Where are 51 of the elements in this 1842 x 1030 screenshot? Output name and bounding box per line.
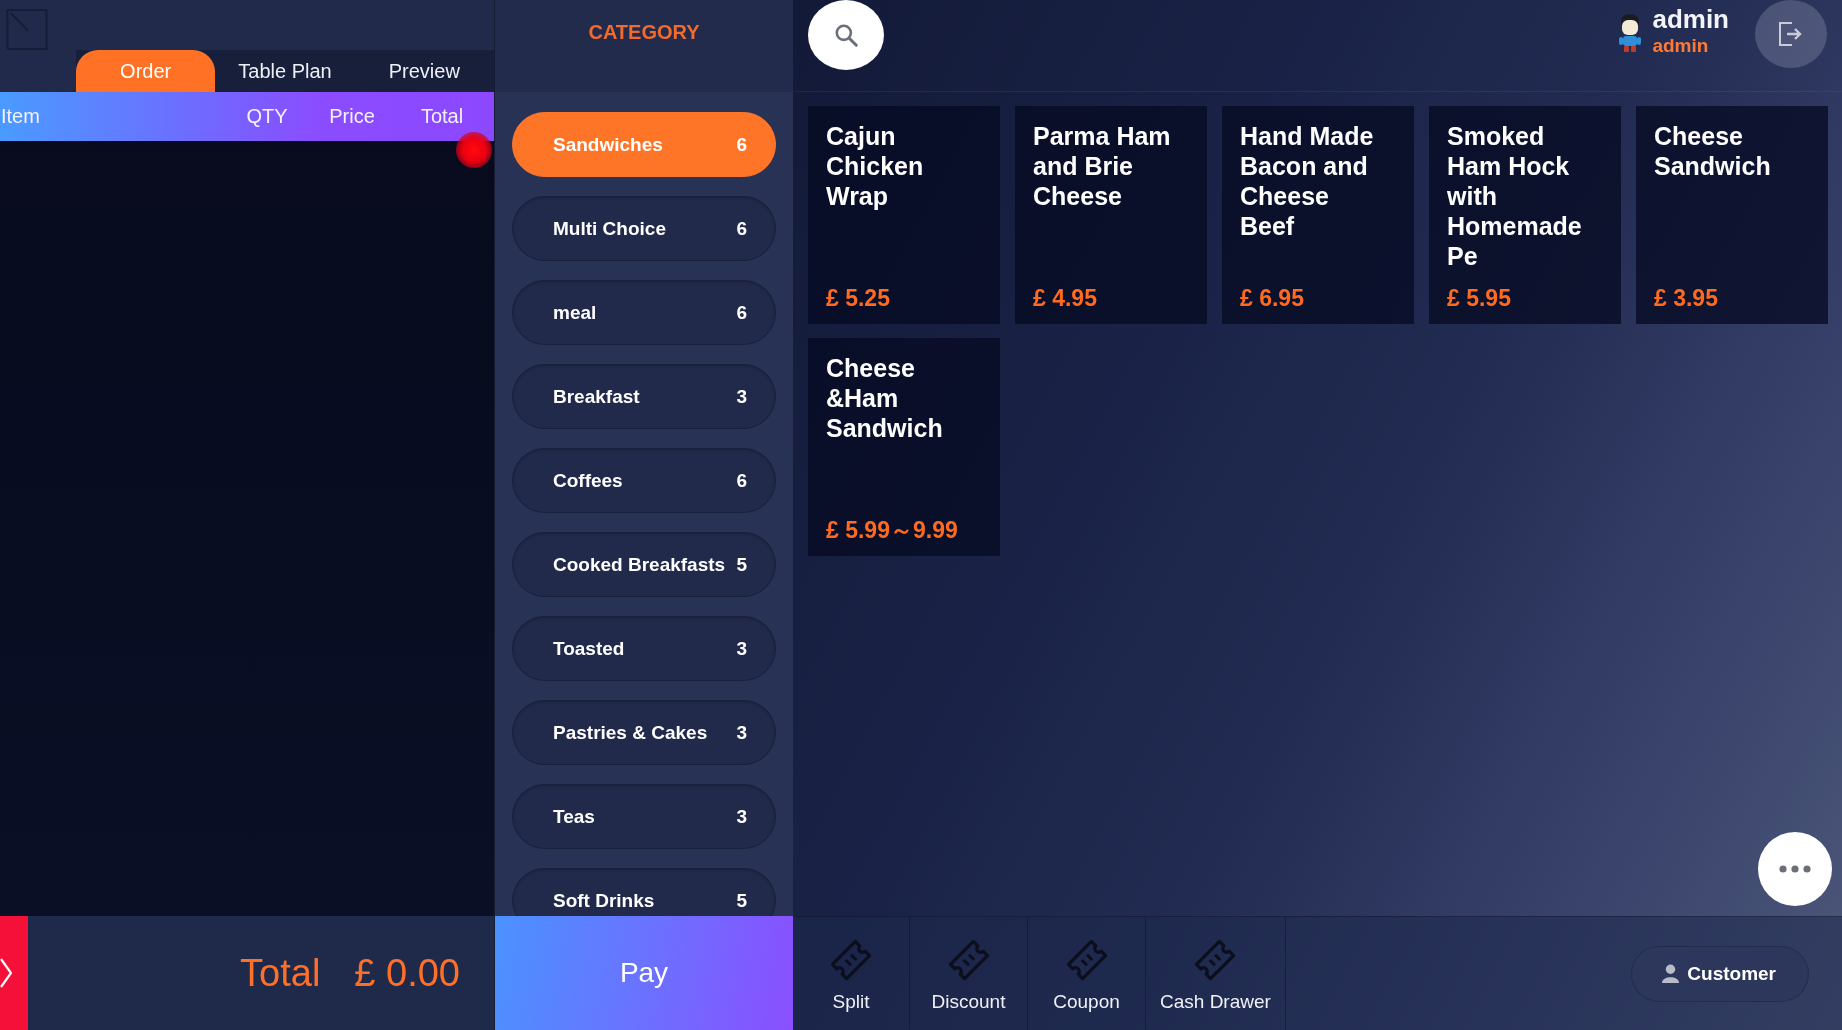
total-amount: £ 0.00 xyxy=(354,951,460,995)
category-item[interactable]: Coffees 6 xyxy=(512,448,776,513)
column-header: QTY xyxy=(246,105,288,128)
touch-indicator-icon xyxy=(456,132,492,168)
tab[interactable]: Preview xyxy=(354,50,494,92)
product-price: £ 4.95 xyxy=(1033,284,1098,312)
product-price: £ 5.25 xyxy=(826,284,891,312)
product-card[interactable]: Cajun Chicken Wrap £ 5.25 xyxy=(808,106,1000,324)
customer-button[interactable]: Customer xyxy=(1631,945,1809,1002)
category-heading: CATEGORY xyxy=(588,21,700,45)
category-item[interactable]: Multi Choice 6 xyxy=(512,196,776,261)
product-card[interactable]: Cheese &Ham Sandwich £ 5.99～9.99 xyxy=(808,338,1000,556)
chevron-right-icon xyxy=(0,958,12,988)
category-item[interactable]: Cooked Breakfasts 5 xyxy=(512,532,776,597)
product-card[interactable]: Hand Made Bacon and Cheese Beef £ 6.95 xyxy=(1222,106,1414,324)
category-item[interactable]: Soft Drinks 5 xyxy=(512,868,776,916)
product-card[interactable]: Smoked Ham Hock with Homemade Pe £ 5.95 xyxy=(1429,106,1621,324)
expand-button[interactable] xyxy=(0,916,28,1030)
column-header: Item xyxy=(0,105,40,128)
category-item[interactable]: Toasted 3 xyxy=(512,616,776,681)
action-button[interactable]: Coupon xyxy=(1028,917,1146,1030)
category-item[interactable]: Pastries & Cakes 3 xyxy=(512,700,776,765)
product-name: Cheese &Ham Sandwich xyxy=(826,353,944,443)
column-header: Price xyxy=(329,105,375,128)
column-header: Total xyxy=(420,105,464,128)
total-label: Total xyxy=(240,951,321,995)
action-button[interactable]: Split xyxy=(793,917,910,1030)
person-icon xyxy=(1662,964,1680,983)
tab[interactable]: Table Plan xyxy=(215,50,355,92)
logout-icon xyxy=(1778,21,1804,47)
action-button[interactable]: Discount xyxy=(910,917,1028,1030)
product-name: Cajun Chicken Wrap xyxy=(826,121,925,211)
product-name: Cheese Sandwich xyxy=(1654,121,1772,181)
product-price: £ 3.95 xyxy=(1654,284,1719,312)
product-price: £ 5.99～9.99 xyxy=(826,516,959,544)
search-icon xyxy=(833,22,859,48)
category-item[interactable]: meal 6 xyxy=(512,280,776,345)
category-item[interactable]: Teas 3 xyxy=(512,784,776,849)
more-icon xyxy=(1779,865,1811,873)
product-name: Smoked Ham Hock with Homemade Pe xyxy=(1447,121,1583,271)
user-role: admin xyxy=(1652,34,1710,58)
pay-button[interactable]: Pay xyxy=(495,916,793,1030)
product-price: £ 6.95 xyxy=(1240,284,1305,312)
product-price: £ 5.95 xyxy=(1447,284,1512,312)
product-name: Parma Ham and Brie Cheese xyxy=(1033,121,1172,211)
category-item[interactable]: Breakfast 3 xyxy=(512,364,776,429)
product-name: Hand Made Bacon and Cheese Beef xyxy=(1240,121,1375,241)
product-card[interactable]: Cheese Sandwich £ 3.95 xyxy=(1636,106,1828,324)
user-name: admin xyxy=(1652,4,1729,34)
product-card[interactable]: Parma Ham and Brie Cheese £ 4.95 xyxy=(1015,106,1207,324)
action-button[interactable]: Cash Drawer xyxy=(1146,917,1286,1030)
